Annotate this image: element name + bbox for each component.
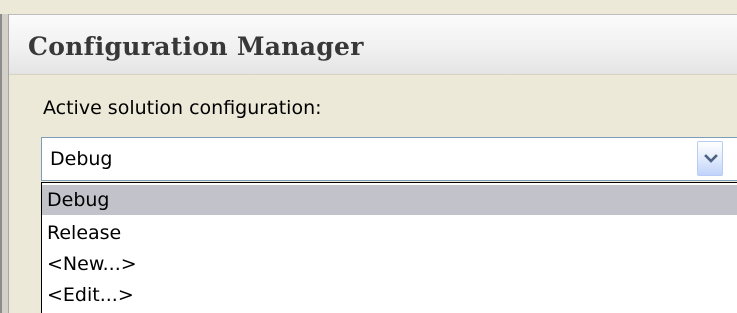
configuration-manager-window: Configuration Manager Active solution co… xyxy=(0,0,737,313)
configuration-dropdown-list: Debug Release <New...> <Edit...> xyxy=(41,182,737,313)
title-bar[interactable]: Configuration Manager xyxy=(9,14,737,74)
combobox-value: Debug xyxy=(50,148,113,170)
active-solution-configuration-combobox[interactable]: Debug xyxy=(41,137,737,181)
dropdown-option-new[interactable]: <New...> xyxy=(42,249,737,279)
dropdown-option-edit[interactable]: <Edit...> xyxy=(42,280,737,310)
window-frame-edge xyxy=(0,14,2,313)
dropdown-option-release[interactable]: Release xyxy=(42,218,737,248)
dropdown-button[interactable] xyxy=(697,141,723,176)
dropdown-option-debug[interactable]: Debug xyxy=(42,185,737,215)
active-solution-configuration-label: Active solution configuration: xyxy=(43,97,322,119)
chevron-down-icon xyxy=(704,154,718,163)
window-title: Configuration Manager xyxy=(28,32,364,61)
